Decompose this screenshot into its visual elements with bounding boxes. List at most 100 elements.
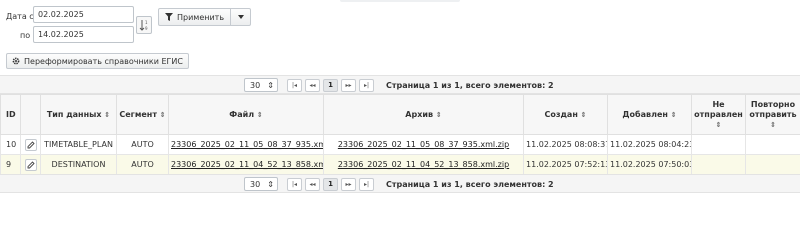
reform-egis-button[interactable]: Переформировать справочники ЕГИС xyxy=(6,53,189,69)
current-page-button[interactable]: 1 xyxy=(323,78,338,92)
column-header-archive-label: Архив xyxy=(405,109,434,119)
date-to-label: по xyxy=(20,31,31,40)
cell-segment: AUTO xyxy=(116,154,169,175)
sort-order-icon: 1 9 xyxy=(139,20,148,31)
filter-icon xyxy=(165,13,173,21)
apply-dropdown-toggle[interactable] xyxy=(231,8,252,26)
edit-icon[interactable] xyxy=(24,158,37,171)
svg-text:9: 9 xyxy=(145,26,148,31)
sort-icon: ⇕ xyxy=(770,120,776,129)
column-header-type-label: Тип данных xyxy=(46,109,102,119)
rows-per-page-value: 30 xyxy=(250,179,261,189)
sort-icon: ⇕ xyxy=(670,110,677,119)
cell-file: 23306_2025_02_11_05_08_37_935.xml xyxy=(168,134,324,155)
cell-not-sent xyxy=(691,154,746,175)
svg-text:1: 1 xyxy=(145,20,148,25)
cell-id: 9 xyxy=(0,154,21,175)
prev-page-button[interactable]: ◂◂ xyxy=(305,177,320,191)
date-from-input[interactable]: 02.02.2025 xyxy=(33,6,134,23)
pager-top: 30 ⇕ |◂ ◂◂ 1 ▸▸ ▸| Страница 1 из 1, всег… xyxy=(0,75,800,94)
top-strip xyxy=(340,0,460,2)
rows-per-page-select[interactable]: 30 ⇕ xyxy=(244,177,278,191)
next-page-icon: ▸▸ xyxy=(345,81,352,89)
rows-per-page-value: 30 xyxy=(250,80,261,90)
sort-order-button[interactable]: 1 9 xyxy=(136,16,152,34)
archive-link[interactable]: 23306_2025_02_11_05_08_37_935.xml.zip xyxy=(338,140,509,149)
file-link[interactable]: 23306_2025_02_11_05_08_37_935.xml xyxy=(171,140,323,149)
column-header-id: ID xyxy=(0,94,21,135)
reform-egis-label: Переформировать справочники ЕГИС xyxy=(24,56,183,66)
column-header-created[interactable]: Создан ⇕ xyxy=(523,94,608,135)
column-header-edit xyxy=(20,94,41,135)
pager-bottom: 30 ⇕ |◂ ◂◂ 1 ▸▸ ▸| Страница 1 из 1, всег… xyxy=(0,174,800,193)
table-header-row: ID Тип данных ⇕ Сегмент ⇕ Файл ⇕ Архив ⇕… xyxy=(0,94,800,135)
first-page-button[interactable]: |◂ xyxy=(287,177,302,191)
cell-type: DESTINATION xyxy=(40,154,117,175)
cell-resend xyxy=(745,154,800,175)
last-page-button[interactable]: ▸| xyxy=(359,78,374,92)
column-header-archive[interactable]: Архив ⇕ xyxy=(323,94,524,135)
current-page-button[interactable]: 1 xyxy=(323,177,338,191)
select-arrows-icon: ⇕ xyxy=(267,80,274,90)
cell-added: 11.02.2025 08:04:23 xyxy=(607,134,692,155)
next-page-button[interactable]: ▸▸ xyxy=(341,177,356,191)
sort-icon: ⇕ xyxy=(715,120,722,129)
sort-icon: ⇕ xyxy=(159,110,166,119)
column-header-added[interactable]: Добавлен ⇕ xyxy=(607,94,692,135)
cell-added: 11.02.2025 07:50:03 xyxy=(607,154,692,175)
last-page-button[interactable]: ▸| xyxy=(359,177,374,191)
apply-button[interactable]: Применить xyxy=(158,8,232,26)
column-header-type[interactable]: Тип данных ⇕ xyxy=(40,94,117,135)
column-header-id-label: ID xyxy=(6,109,16,119)
next-page-button[interactable]: ▸▸ xyxy=(341,78,356,92)
prev-page-icon: ◂◂ xyxy=(309,81,316,89)
select-arrows-icon: ⇕ xyxy=(267,179,274,189)
gear-icon xyxy=(12,57,20,65)
column-header-not-sent[interactable]: Не отправлен ⇕ xyxy=(691,94,746,135)
data-table: ID Тип данных ⇕ Сегмент ⇕ Файл ⇕ Архив ⇕… xyxy=(0,94,800,175)
column-header-resend-label: Повторно отправить xyxy=(749,99,797,119)
archive-link[interactable]: 23306_2025_02_11_04_52_13_858.xml.zip xyxy=(338,160,509,169)
apply-button-label: Применить xyxy=(177,12,225,22)
column-header-segment[interactable]: Сегмент ⇕ xyxy=(116,94,169,135)
date-to-input[interactable]: 14.02.2025 xyxy=(33,26,134,43)
page-info: Страница 1 из 1, всего элементов: 2 xyxy=(386,179,554,189)
cell-archive: 23306_2025_02_11_05_08_37_935.xml.zip xyxy=(323,134,524,155)
file-link[interactable]: 23306_2025_02_11_04_52_13_858.xml xyxy=(171,160,323,169)
table-row: 10 TIMETABLE_PLAN AUTO 23306_2025_02_11_… xyxy=(0,134,800,155)
apply-button-group: Применить xyxy=(158,8,252,26)
cell-edit xyxy=(20,154,41,175)
sort-icon: ⇕ xyxy=(256,110,263,119)
edit-icon[interactable] xyxy=(24,138,37,151)
last-page-icon: ▸| xyxy=(363,81,370,89)
column-header-resend[interactable]: Повторно отправить ⇕ xyxy=(745,94,800,135)
column-header-added-label: Добавлен xyxy=(622,109,668,119)
column-header-file-label: Файл xyxy=(229,109,255,119)
column-header-file[interactable]: Файл ⇕ xyxy=(168,94,324,135)
cell-not-sent xyxy=(691,134,746,155)
cell-edit xyxy=(20,134,41,155)
first-page-icon: |◂ xyxy=(291,81,298,89)
caret-down-icon xyxy=(237,15,244,19)
cell-file: 23306_2025_02_11_04_52_13_858.xml xyxy=(168,154,324,175)
date-from-label: Дата с xyxy=(6,12,34,21)
next-page-icon: ▸▸ xyxy=(345,180,352,188)
cell-resend xyxy=(745,134,800,155)
column-header-segment-label: Сегмент xyxy=(119,109,157,119)
page-info: Страница 1 из 1, всего элементов: 2 xyxy=(386,80,554,90)
cell-id: 10 xyxy=(0,134,21,155)
cell-created: 11.02.2025 08:08:37 xyxy=(523,134,608,155)
first-page-icon: |◂ xyxy=(291,180,298,188)
prev-page-button[interactable]: ◂◂ xyxy=(305,78,320,92)
table-row: 9 DESTINATION AUTO 23306_2025_02_11_04_5… xyxy=(0,154,800,175)
sort-icon: ⇕ xyxy=(580,110,587,119)
sort-icon: ⇕ xyxy=(104,110,111,119)
cell-archive: 23306_2025_02_11_04_52_13_858.xml.zip xyxy=(323,154,524,175)
cell-created: 11.02.2025 07:52:13 xyxy=(523,154,608,175)
first-page-button[interactable]: |◂ xyxy=(287,78,302,92)
prev-page-icon: ◂◂ xyxy=(309,180,316,188)
sort-icon: ⇕ xyxy=(435,110,442,119)
column-header-created-label: Создан xyxy=(544,109,578,119)
column-header-not-sent-label: Не отправлен xyxy=(694,99,743,119)
rows-per-page-select[interactable]: 30 ⇕ xyxy=(244,78,278,92)
